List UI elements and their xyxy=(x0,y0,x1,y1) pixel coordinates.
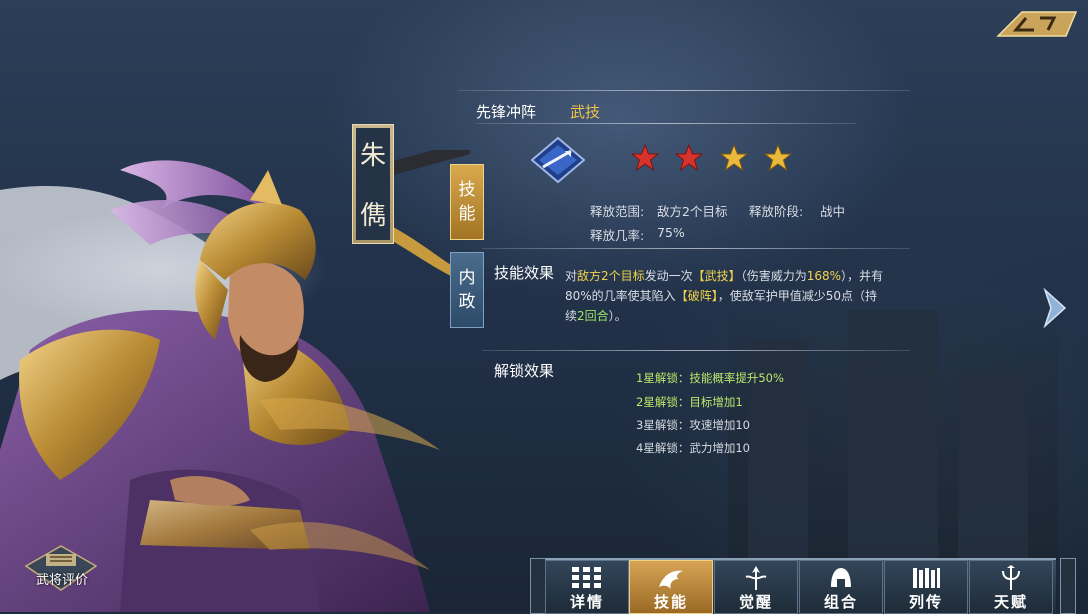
effect-highlight: 敌方2个目标 xyxy=(577,269,645,283)
divider xyxy=(482,248,910,249)
phase-label: 释放阶段: xyxy=(749,204,804,219)
tab-talent-label: 天赋 xyxy=(993,593,1028,611)
skill-spear-icon[interactable] xyxy=(531,137,585,183)
tab-internal-affairs-label-2: 政 xyxy=(458,292,476,312)
unlock-item: 1星解锁：技能概率提升50% xyxy=(636,371,784,385)
city-backdrop xyxy=(728,300,1058,560)
tab-skills[interactable]: 技 能 xyxy=(450,164,484,240)
tab-internal-affairs[interactable]: 内 政 xyxy=(450,252,484,328)
unlock-item: 3星解锁：攻速增加10 xyxy=(636,418,750,432)
hero-name-char-2: 儁 xyxy=(359,201,386,231)
effect-highlight: 2回合 xyxy=(577,309,609,323)
tab-skills-bottom-label: 技能 xyxy=(653,593,688,611)
skill-name: 先锋冲阵 xyxy=(476,103,537,121)
tab-skills-label-1: 技 xyxy=(458,180,476,200)
unlock-item: 2星解锁：目标增加1 xyxy=(636,395,743,409)
tab-skills-bottom[interactable]: 技能 xyxy=(629,560,713,614)
unlock-item: 4星解锁：武力增加10 xyxy=(636,441,750,455)
tab-talent[interactable]: 天赋 xyxy=(969,560,1053,614)
hero-portrait xyxy=(0,150,470,612)
hero-rating-label: 武将评价 xyxy=(35,573,88,588)
spear-icon xyxy=(745,566,767,590)
tab-internal-affairs-label-1: 内 xyxy=(458,268,476,288)
star-filled-icon xyxy=(674,143,704,172)
tab-skills-label-2: 能 xyxy=(458,204,476,224)
rate-value: 75% xyxy=(657,225,685,240)
effect-text: 发动一次 xyxy=(644,269,693,283)
back-button[interactable] xyxy=(996,10,1078,38)
divider xyxy=(482,350,910,351)
effect-highlight: 168% xyxy=(806,269,842,283)
tab-details-label: 详情 xyxy=(569,593,604,611)
star-filled-icon xyxy=(630,143,660,172)
effect-text: 对 xyxy=(565,269,578,283)
hero-name-char-1: 朱 xyxy=(359,141,386,171)
dragon-icon xyxy=(659,570,683,589)
effect-highlight: 【破阵】 xyxy=(675,289,718,303)
grid-icon xyxy=(572,567,601,588)
tab-awaken[interactable]: 觉醒 xyxy=(714,560,798,614)
tab-combo[interactable]: 组合 xyxy=(799,560,883,614)
trident-icon xyxy=(1002,565,1020,590)
tab-combo-label: 组合 xyxy=(823,593,858,611)
nav-cap-left xyxy=(530,558,546,614)
tab-biography[interactable]: 列传 xyxy=(884,560,968,614)
tab-awaken-label: 觉醒 xyxy=(738,593,773,611)
star-gold-icon xyxy=(763,143,793,172)
tab-details[interactable]: 详情 xyxy=(545,560,629,614)
hero-name-plaque: 朱 儁 xyxy=(352,124,394,244)
effect-text: ）。 xyxy=(608,309,627,323)
helmet-icon xyxy=(831,568,851,587)
effect-highlight: 【武技】 xyxy=(692,269,741,283)
star-gold-icon xyxy=(719,143,749,172)
next-hero-arrow-icon[interactable] xyxy=(1042,288,1068,328)
rate-label: 释放几率: xyxy=(590,228,645,243)
phase-value: 战中 xyxy=(820,204,846,219)
divider xyxy=(476,123,856,124)
nav-cap-right xyxy=(1060,558,1076,614)
tab-biography-label: 列传 xyxy=(908,593,943,611)
range-value: 敌方2个目标 xyxy=(657,204,728,219)
range-label: 释放范围: xyxy=(590,204,645,219)
effect-description: 对敌方2个目标发动一次【武技】（伤害威力为168%），并有80%的几率使其陷入【… xyxy=(565,266,885,326)
effect-text: （伤害威力为 xyxy=(740,269,807,283)
skill-type: 武技 xyxy=(570,103,601,121)
scroll-icon xyxy=(913,568,940,588)
divider xyxy=(458,90,910,91)
unlock-title: 解锁效果 xyxy=(494,362,555,380)
effect-title: 技能效果 xyxy=(494,264,555,282)
